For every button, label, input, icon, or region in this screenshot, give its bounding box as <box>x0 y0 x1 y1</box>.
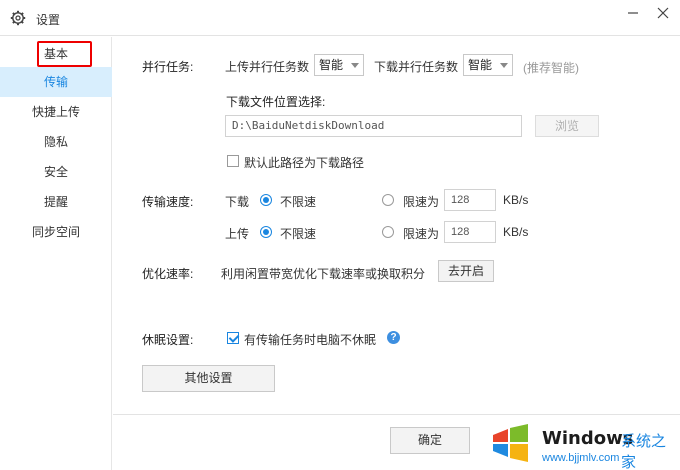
prevent-sleep-checkbox[interactable] <box>227 332 239 344</box>
close-icon[interactable] <box>652 4 674 22</box>
download-speed-label: 下载 <box>225 195 250 209</box>
sidebar-item-transfer[interactable]: 传输 <box>0 67 112 97</box>
upload-parallel-label: 上传并行任务数 <box>225 60 310 74</box>
upload-unit-label: KB/s <box>503 225 529 239</box>
gear-icon <box>10 10 26 26</box>
download-location-label: 下载文件位置选择: <box>226 95 326 109</box>
upload-limit-radio[interactable] <box>382 226 394 238</box>
upload-limit-input[interactable]: 128 <box>444 221 496 243</box>
sidebar-item-quick-upload[interactable]: 快捷上传 <box>0 97 112 127</box>
watermark: Windows 系统之家 www.bjjmlv.com <box>490 420 680 470</box>
watermark-brand-cn: 系统之家 <box>621 433 667 470</box>
download-limit-label: 限速为 <box>403 195 440 209</box>
download-unlimited-label: 不限速 <box>280 195 317 209</box>
parallel-section-label: 并行任务: <box>142 60 194 74</box>
sleep-section-label: 休眠设置: <box>142 333 194 347</box>
prevent-sleep-label: 有传输任务时电脑不休眠 <box>244 333 377 347</box>
upload-unlimited-radio[interactable] <box>260 226 272 238</box>
ok-button[interactable]: 确定 <box>390 427 470 454</box>
upload-unlimited-label: 不限速 <box>280 227 317 241</box>
download-limit-radio[interactable] <box>382 194 394 206</box>
sidebar-item-sync-space[interactable]: 同步空间 <box>0 217 112 247</box>
enable-optimize-button[interactable]: 去开启 <box>438 260 494 282</box>
sidebar-item-reminder[interactable]: 提醒 <box>0 187 112 217</box>
default-path-checkbox-label: 默认此路径为下载路径 <box>244 156 365 170</box>
download-unlimited-radio[interactable] <box>260 194 272 206</box>
download-parallel-select[interactable]: 智能 <box>463 54 513 76</box>
transfer-settings-panel: 并行任务: 上传并行任务数 智能 下载并行任务数 智能 (推荐智能) 下载文件位… <box>113 37 680 470</box>
chevron-down-icon <box>351 63 359 68</box>
upload-parallel-select[interactable]: 智能 <box>314 54 364 76</box>
footer-divider <box>113 414 680 415</box>
optimize-description: 利用闲置带宽优化下载速率或换取积分 <box>221 267 426 281</box>
other-settings-button[interactable]: 其他设置 <box>142 365 275 392</box>
upload-speed-label: 上传 <box>225 227 250 241</box>
minimize-icon[interactable] <box>622 4 644 22</box>
window-title: 设置 <box>36 13 61 27</box>
watermark-url: www.bjjmlv.com <box>542 452 620 464</box>
upload-limit-label: 限速为 <box>403 227 440 241</box>
sidebar-item-security[interactable]: 安全 <box>0 157 112 187</box>
download-limit-input[interactable]: 128 <box>444 189 496 211</box>
browse-button[interactable]: 浏览 <box>535 115 599 137</box>
watermark-brand: Windows <box>542 428 634 449</box>
optimize-section-label: 优化速率: <box>142 267 194 281</box>
title-bar: 设置 <box>0 0 680 36</box>
download-path-field[interactable]: D:\BaiduNetdiskDownload <box>225 115 522 137</box>
sidebar-item-privacy[interactable]: 隐私 <box>0 127 112 157</box>
default-path-checkbox[interactable] <box>227 155 239 167</box>
parallel-hint: (推荐智能) <box>523 61 579 75</box>
help-icon[interactable]: ? <box>387 331 400 344</box>
settings-sidebar: 基本 传输 快捷上传 隐私 安全 提醒 同步空间 <box>0 37 112 470</box>
highlight-box <box>37 41 92 67</box>
download-parallel-label: 下载并行任务数 <box>374 60 459 74</box>
speed-section-label: 传输速度: <box>142 195 194 209</box>
windows-logo-icon <box>493 424 528 462</box>
download-unit-label: KB/s <box>503 193 529 207</box>
chevron-down-icon <box>500 63 508 68</box>
